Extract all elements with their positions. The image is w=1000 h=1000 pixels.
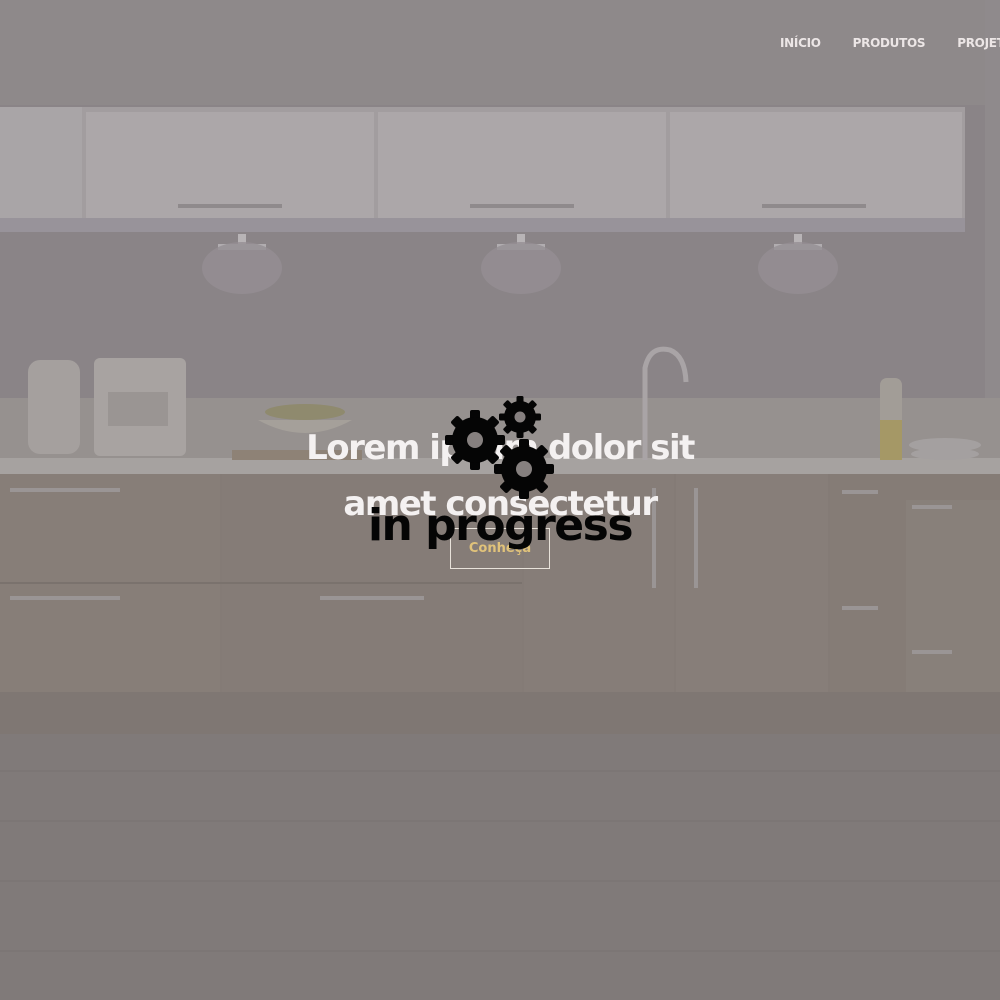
gear-large-icon [445, 410, 505, 470]
main-nav: INÍCIO PRODUTOS PROJETOS [780, 36, 1000, 50]
gear-medium-icon [494, 439, 554, 499]
nav-item-projetos[interactable]: PROJETOS [957, 36, 1000, 50]
nav-item-produtos[interactable]: PRODUTOS [853, 36, 926, 50]
gears-icon [445, 396, 554, 499]
nav-item-inicio[interactable]: INÍCIO [780, 36, 821, 50]
gear-small-icon [499, 396, 541, 438]
page: INÍCIO PRODUTOS PROJETOS Lorem ipsum dol… [0, 0, 1000, 1000]
in-progress-label: in progress [367, 500, 634, 551]
